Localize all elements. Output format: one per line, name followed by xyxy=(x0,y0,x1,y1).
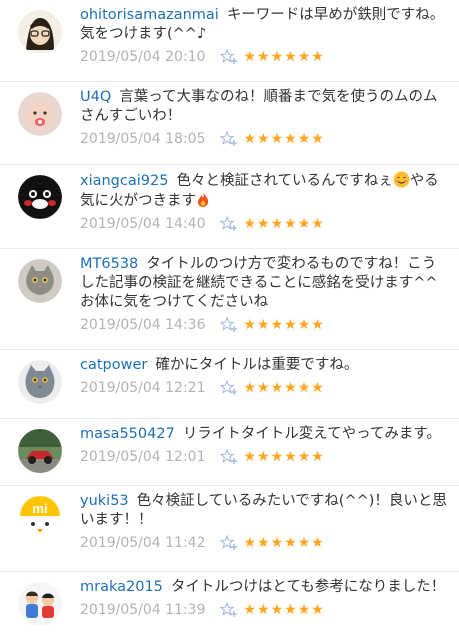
avatar-logo-text: mi xyxy=(32,501,47,516)
fire-emoji-icon xyxy=(198,192,209,207)
star-add-icon[interactable] xyxy=(219,131,238,147)
username-link[interactable]: ohitorisamazanmai xyxy=(80,7,219,23)
comment-text: 確かにタイトルは重要ですね。 xyxy=(155,357,359,373)
comment-text: 色々と検証されているんですねぇ xyxy=(176,173,393,189)
avatar[interactable] xyxy=(18,259,62,303)
username-link[interactable]: U4Q xyxy=(80,89,111,105)
star-rating: ★★★★★★ xyxy=(243,449,325,465)
comment-date: 2019/05/04 14:36 xyxy=(80,317,206,333)
star-add-icon[interactable] xyxy=(219,216,238,232)
avatar[interactable] xyxy=(18,582,62,626)
username-link[interactable]: xiangcai925 xyxy=(80,173,168,189)
username-link[interactable]: mraka2015 xyxy=(80,579,163,595)
star-add-icon[interactable] xyxy=(219,535,238,551)
comment-text: 言葉って大事なのね！順番まで気を使うのムのムさんすごいわ！ xyxy=(80,89,438,124)
username-link[interactable]: catpower xyxy=(80,357,147,373)
comment-item: xiangcai925 色々と検証されているんですねぇ やる気に火がつきます 201… xyxy=(0,165,459,249)
comment-item: masa550427 リライトタイトル変えてやってみます。 2019/05/04 … xyxy=(0,419,459,486)
comment-date: 2019/05/04 20:10 xyxy=(80,49,206,65)
comment-date: 2019/05/04 14:40 xyxy=(80,216,206,232)
comment-text: タイトルつけはとても参考になりました！ xyxy=(170,579,446,595)
avatar[interactable] xyxy=(18,175,62,219)
comment-text: 色々検証しているみたいですね(^^)！良いと思います！！ xyxy=(80,493,447,528)
avatar[interactable] xyxy=(18,10,62,54)
comment-text: リライトタイトル変えてやってみます。 xyxy=(182,426,441,442)
comment-date: 2019/05/04 11:42 xyxy=(80,535,206,551)
comment-item: MT6538 タイトルのつけ方で変わるものですね！こうした記事の検証を継続できるこ… xyxy=(0,249,459,350)
smile-emoji-icon xyxy=(393,171,410,188)
comment-item: U4Q 言葉って大事なのね！順番まで気を使うのムのムさんすごいわ！ 2019/05… xyxy=(0,82,459,165)
star-rating: ★★★★★★ xyxy=(243,602,325,618)
avatar[interactable]: mi xyxy=(18,496,62,540)
star-rating: ★★★★★★ xyxy=(243,131,325,147)
avatar[interactable] xyxy=(18,429,62,473)
star-rating: ★★★★★★ xyxy=(243,49,325,65)
star-add-icon[interactable] xyxy=(219,380,238,396)
star-add-icon[interactable] xyxy=(219,602,238,618)
comment-item: ohitorisamazanmai キーワードは早めが鉄則ですね。気をつけます(^… xyxy=(0,0,459,82)
comment-item: mi yuki53 色々検証しているみたいですね(^^)！良いと思います！！ 20… xyxy=(0,486,459,572)
star-rating: ★★★★★★ xyxy=(243,317,325,333)
avatar[interactable] xyxy=(18,92,62,136)
star-add-icon[interactable] xyxy=(219,49,238,65)
star-add-icon[interactable] xyxy=(219,449,238,465)
star-rating: ★★★★★★ xyxy=(243,216,325,232)
avatar[interactable] xyxy=(18,360,62,404)
username-link[interactable]: MT6538 xyxy=(80,256,138,272)
comment-item: catpower 確かにタイトルは重要ですね。 2019/05/04 12:21 … xyxy=(0,350,459,419)
comment-date: 2019/05/04 12:21 xyxy=(80,380,206,396)
comment-date: 2019/05/04 12:01 xyxy=(80,449,206,465)
comment-item: mraka2015 タイトルつけはとても参考になりました！ 2019/05/04 … xyxy=(0,572,459,640)
comment-date: 2019/05/04 18:05 xyxy=(80,131,206,147)
star-rating: ★★★★★★ xyxy=(243,380,325,396)
star-rating: ★★★★★★ xyxy=(243,535,325,551)
username-link[interactable]: masa550427 xyxy=(80,426,175,442)
comment-date: 2019/05/04 11:39 xyxy=(80,602,206,618)
star-add-icon[interactable] xyxy=(219,317,238,333)
comment-list: ohitorisamazanmai キーワードは早めが鉄則ですね。気をつけます(^… xyxy=(0,0,459,640)
username-link[interactable]: yuki53 xyxy=(80,493,129,509)
